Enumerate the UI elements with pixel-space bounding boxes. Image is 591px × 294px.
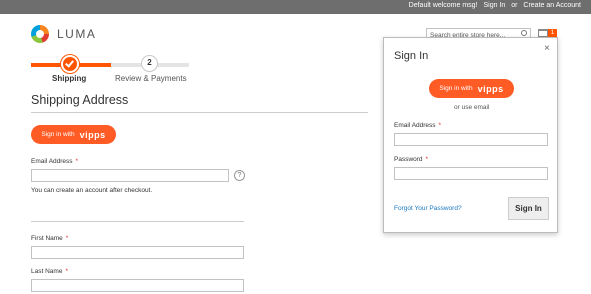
checkmark-icon	[65, 58, 74, 68]
first-name-label: First Name *	[31, 235, 68, 242]
sign-in-button[interactable]: Sign In	[508, 197, 549, 220]
required-mark: *	[75, 158, 79, 165]
step-shipping-marker	[61, 55, 79, 73]
popup-vipps-sign-in-button[interactable]: Sign in with vipps	[429, 79, 514, 98]
top-bar: Default welcome msg! Sign In or Create a…	[0, 0, 591, 14]
email-label-text: Email Address	[31, 158, 73, 165]
popup-email-label-text: Email Address	[394, 122, 436, 129]
step-shipping-label: Shipping	[52, 74, 87, 83]
required-mark: *	[65, 268, 68, 275]
close-icon[interactable]: ×	[544, 43, 550, 54]
last-name-label-text: Last Name	[31, 268, 63, 275]
password-label: Password *	[394, 156, 428, 163]
email-note: You can create an account after checkout…	[31, 187, 153, 194]
required-mark: *	[65, 235, 69, 242]
popup-email-field[interactable]	[394, 133, 548, 146]
vipps-logo: vipps	[477, 83, 504, 94]
vipps-sign-in-button[interactable]: Sign in with vipps	[31, 125, 116, 144]
brand-name: LUMA	[57, 27, 97, 41]
header-links: Default welcome msg! Sign In or Create a…	[405, 2, 581, 9]
sign-in-popup: Sign In × or use email Email Address * Pa…	[383, 37, 558, 233]
step-review-label[interactable]: Review & Payments	[115, 74, 187, 83]
first-name-field[interactable]	[31, 246, 244, 259]
create-account-link[interactable]: Create an Account	[523, 2, 581, 9]
luma-logo-icon	[31, 25, 49, 43]
first-name-label-text: First Name	[31, 235, 63, 242]
search-icon[interactable]	[521, 30, 527, 36]
divider	[31, 221, 244, 222]
password-field[interactable]	[394, 167, 548, 180]
email-field[interactable]	[31, 169, 229, 182]
step-review-marker: 2	[141, 55, 158, 72]
email-label: Email Address *	[31, 158, 78, 165]
sign-in-link[interactable]: Sign In	[483, 2, 505, 9]
cart-icon[interactable]	[538, 29, 548, 37]
popup-title: Sign In	[394, 50, 429, 62]
help-icon[interactable]: ?	[234, 170, 245, 181]
popup-email-label: Email Address *	[394, 122, 441, 129]
password-label-text: Password	[394, 156, 423, 163]
divider	[31, 112, 368, 113]
forgot-password-link[interactable]: Forgot Your Password?	[394, 205, 462, 212]
welcome-message: Default welcome msg!	[408, 2, 478, 9]
store-logo[interactable]: LUMA	[31, 25, 96, 43]
vipps-button-label: Sign in with	[41, 131, 75, 138]
required-mark: *	[438, 122, 442, 129]
last-name-field[interactable]	[31, 279, 244, 292]
vipps-logo: vipps	[79, 129, 106, 140]
page-title: Shipping Address	[31, 93, 129, 107]
last-name-label: Last Name *	[31, 268, 68, 275]
or-use-email-text: or use email	[454, 104, 490, 111]
or-text: or	[511, 2, 518, 9]
cart-count-badge: 1	[548, 29, 557, 37]
required-mark: *	[425, 156, 429, 163]
vipps-button-label: Sign in with	[439, 85, 473, 92]
